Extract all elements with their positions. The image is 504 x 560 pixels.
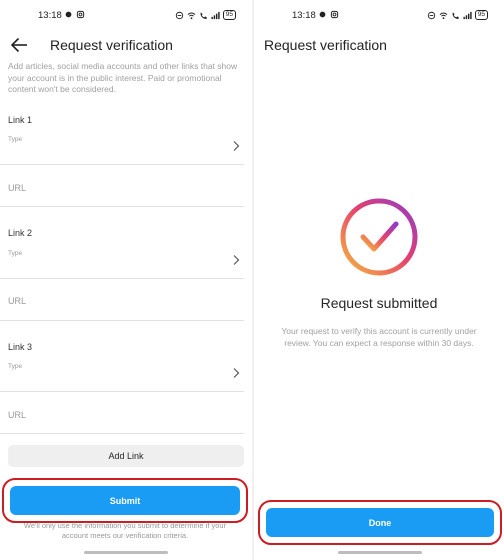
add-link-button[interactable]: Add Link <box>8 445 244 467</box>
chat-notification-icon <box>65 11 72 18</box>
chat-notification-icon <box>319 11 326 18</box>
chevron-right-icon[interactable] <box>232 367 240 379</box>
divider <box>0 206 244 207</box>
disclaimer-text: We'll only use the information you submi… <box>23 521 227 540</box>
divider <box>0 278 244 279</box>
notification-icons <box>318 10 339 19</box>
header: Request verification <box>254 34 504 58</box>
dnd-icon <box>175 11 183 19</box>
header: Request verification <box>0 34 252 58</box>
review-message: Your request to verify this account is c… <box>281 326 477 348</box>
divider <box>0 433 244 434</box>
call-icon <box>452 11 459 19</box>
status-bar: 13:18 95 <box>254 9 504 23</box>
divider <box>0 164 244 165</box>
chevron-right-icon[interactable] <box>232 254 240 266</box>
done-button[interactable]: Done <box>266 508 494 537</box>
home-indicator <box>84 551 168 554</box>
request-submitted-screen: 13:18 95 Request verification Request su… <box>254 0 504 560</box>
instagram-notification-icon <box>76 10 85 19</box>
chevron-right-icon[interactable] <box>232 140 240 152</box>
link-1-type-label: Type <box>8 136 23 143</box>
divider <box>0 391 244 392</box>
request-verification-form-screen: 13:18 95 Request verification Add articl… <box>0 0 252 560</box>
system-icons: 95 <box>175 10 236 20</box>
link-3-url-input[interactable]: URL <box>8 410 26 420</box>
link-3-type-label: Type <box>8 363 23 370</box>
battery-icon: 95 <box>474 10 488 20</box>
signal-icon <box>463 11 472 19</box>
notification-icons <box>64 10 85 19</box>
status-bar: 13:18 95 <box>0 9 252 23</box>
page-title: Request verification <box>264 37 387 53</box>
battery-icon: 95 <box>222 10 236 20</box>
wifi-icon <box>187 12 196 19</box>
signal-icon <box>211 11 220 19</box>
back-arrow-icon[interactable] <box>10 37 28 53</box>
link-1-url-input[interactable]: URL <box>8 183 26 193</box>
check-badge-icon <box>340 198 418 276</box>
link-1-label: Link 1 <box>8 115 33 125</box>
submitted-heading: Request submitted <box>320 295 438 311</box>
home-indicator <box>338 551 422 554</box>
status-time: 13:18 <box>38 10 62 21</box>
wifi-icon <box>439 12 448 19</box>
link-2-label: Link 2 <box>8 228 33 238</box>
submit-button[interactable]: Submit <box>10 486 240 515</box>
link-2-url-input[interactable]: URL <box>8 296 26 306</box>
dnd-icon <box>427 11 435 19</box>
link-3-label: Link 3 <box>8 342 33 352</box>
status-time: 13:18 <box>292 10 316 21</box>
page-title: Request verification <box>50 37 173 53</box>
helper-text: Add articles, social media accounts and … <box>8 61 238 94</box>
link-2-type-label: Type <box>8 250 23 257</box>
system-icons: 95 <box>427 10 488 20</box>
divider <box>0 320 244 321</box>
instagram-notification-icon <box>330 10 339 19</box>
call-icon <box>200 11 207 19</box>
